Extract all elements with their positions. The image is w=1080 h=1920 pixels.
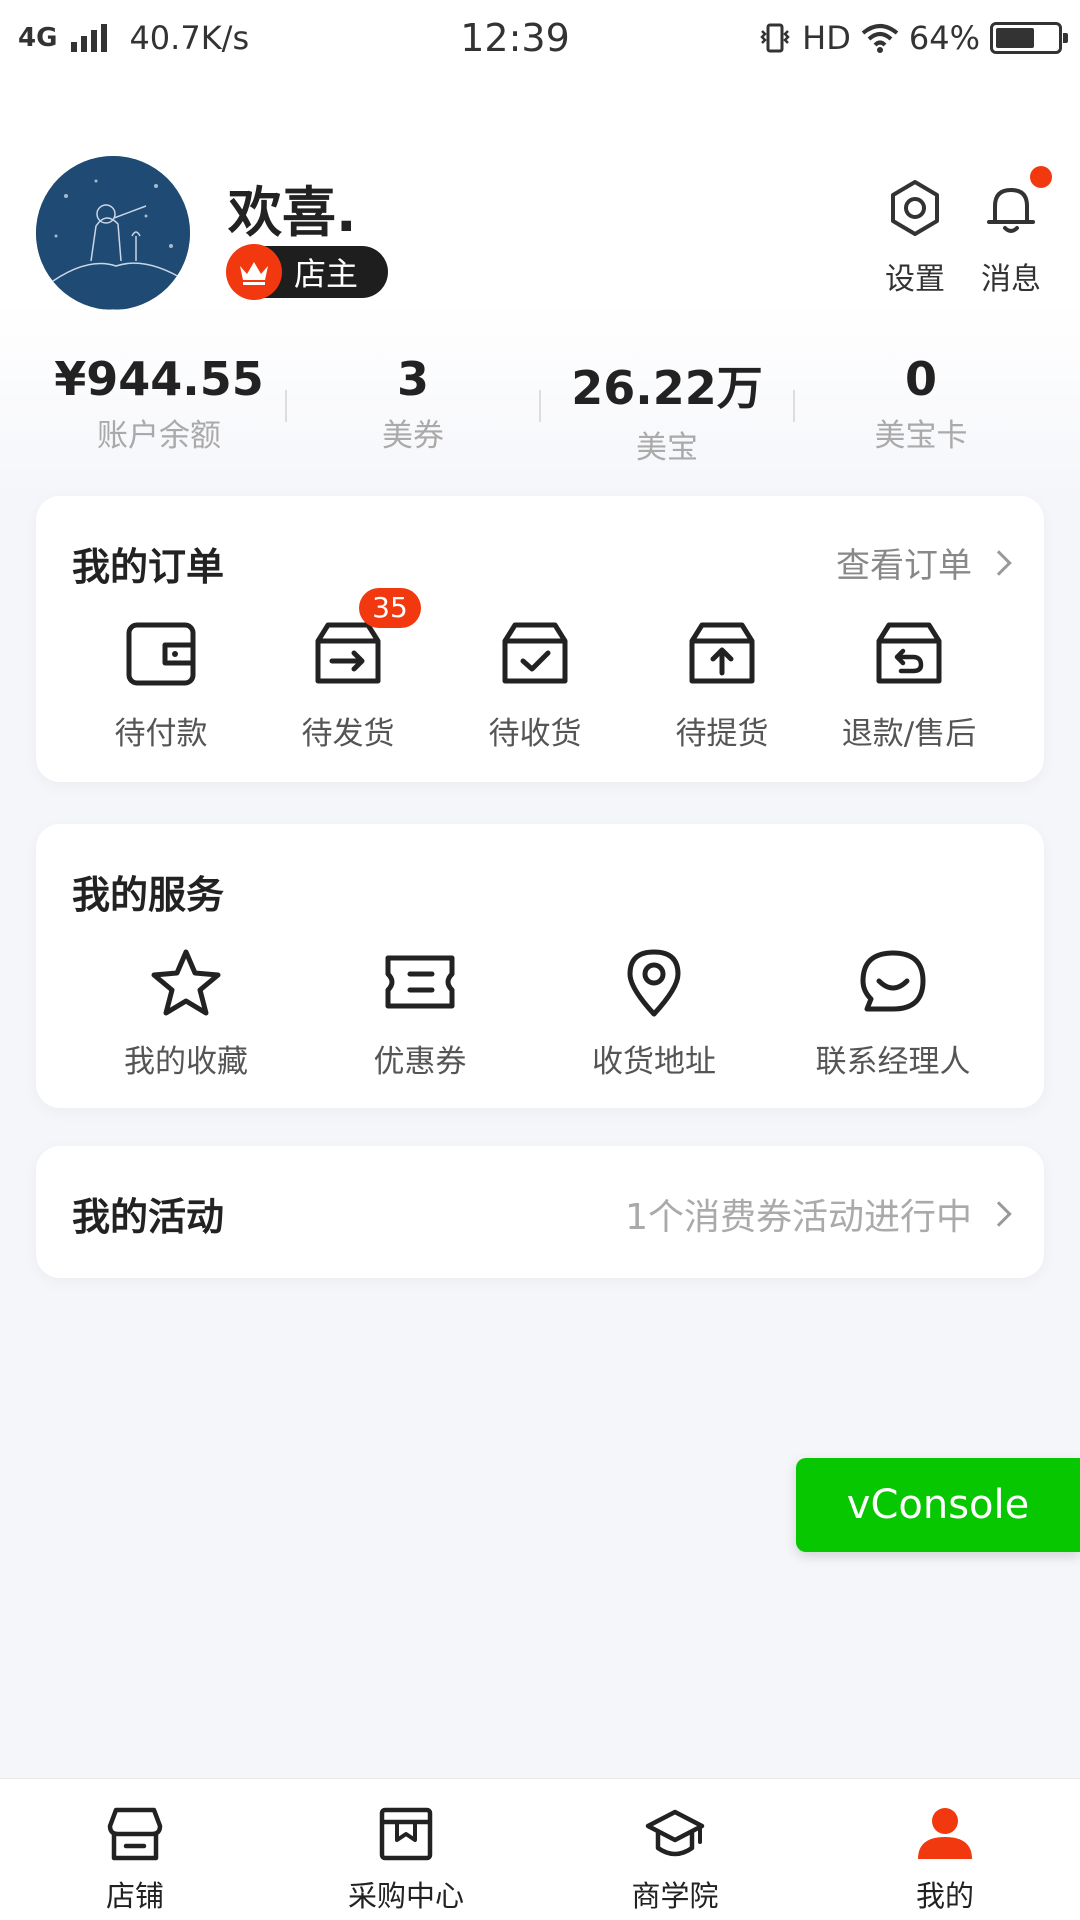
- stat-label: 账户余额: [97, 418, 221, 454]
- wifi-icon: [861, 24, 899, 53]
- graduation-cap-icon: [590, 1805, 760, 1863]
- tab-label: 商学院: [631, 1879, 719, 1913]
- tab-purchase-center[interactable]: 采购中心: [321, 1805, 491, 1915]
- purchase-book-icon: [321, 1805, 491, 1863]
- tab-label: 我的: [915, 1879, 974, 1913]
- view-orders-label: 查看订单: [836, 546, 972, 586]
- ship-box-icon: 35: [263, 588, 433, 692]
- hd-indicator: HD: [802, 19, 851, 57]
- orders-title: 我的订单: [72, 545, 225, 589]
- location-pin-icon: [544, 944, 764, 1020]
- user-icon: [860, 1805, 1030, 1863]
- receive-box-icon: [450, 616, 620, 692]
- activities-status-link[interactable]: 1个消费券活动进行中: [625, 1188, 1012, 1240]
- battery-icon: [990, 22, 1068, 54]
- order-pending-payment[interactable]: 待付款: [76, 616, 246, 753]
- services-title: 我的服务: [72, 873, 225, 917]
- coupon-icon: [310, 944, 530, 1020]
- tab-label: 店铺: [105, 1879, 164, 1913]
- order-item-label: 待发货: [301, 716, 395, 752]
- settings-label: 设置: [885, 262, 945, 297]
- signal-icon: [71, 24, 108, 52]
- vibrate-icon: [760, 23, 790, 53]
- crown-icon: [226, 244, 282, 300]
- clock: 12:39: [460, 16, 570, 60]
- service-contact-manager[interactable]: 联系经理人: [778, 944, 1008, 1081]
- chevron-right-icon: [986, 549, 1012, 576]
- tab-store[interactable]: 店铺: [50, 1805, 220, 1915]
- network-speed: 40.7K/s: [129, 19, 250, 57]
- bottom-tab-bar: 店铺 采购中心 商学院 我的: [0, 1778, 1080, 1920]
- star-icon: [76, 944, 296, 1020]
- gear-icon: [870, 176, 960, 240]
- stats-row: ¥944.55 账户余额 3 美券 26.22万 美宝 0 美宝卡: [0, 352, 1080, 466]
- bell-icon: [966, 166, 1056, 240]
- notification-dot: [1030, 166, 1052, 188]
- stat-value: 0: [904, 352, 937, 406]
- refund-box-icon: [824, 616, 994, 692]
- service-item-label: 我的收藏: [124, 1044, 248, 1080]
- orders-card: 我的订单 查看订单 待付款 35 待发货 待收货 待提货 退款/售后: [36, 496, 1044, 782]
- stat-balance[interactable]: ¥944.55 账户余额: [32, 352, 286, 455]
- store-icon: [50, 1805, 220, 1863]
- order-item-label: 待付款: [114, 716, 208, 752]
- order-pending-receipt[interactable]: 待收货: [450, 616, 620, 753]
- battery-percent: 64%: [908, 19, 980, 57]
- wallet-icon: [76, 616, 246, 692]
- chevron-right-icon: [986, 1201, 1012, 1227]
- tab-label: 采购中心: [347, 1879, 464, 1913]
- service-favorites[interactable]: 我的收藏: [76, 944, 296, 1081]
- stat-label: 美券: [382, 418, 444, 454]
- service-item-label: 优惠券: [373, 1044, 467, 1080]
- pickup-box-icon: [637, 616, 807, 692]
- settings-button[interactable]: 设置: [870, 176, 960, 298]
- service-item-label: 联系经理人: [815, 1044, 971, 1080]
- service-address[interactable]: 收货地址: [544, 944, 764, 1081]
- role-badge-label: 店主: [294, 255, 359, 293]
- order-item-label: 待收货: [488, 716, 582, 752]
- stat-label: 美宝: [636, 430, 698, 466]
- activities-card[interactable]: 我的活动 1个消费券活动进行中: [36, 1146, 1044, 1278]
- avatar[interactable]: [36, 156, 190, 310]
- activities-title: 我的活动: [72, 1195, 225, 1239]
- order-pending-shipment[interactable]: 35 待发货: [263, 588, 433, 753]
- service-coupons[interactable]: 优惠券: [310, 944, 530, 1081]
- tab-business-school[interactable]: 商学院: [590, 1805, 760, 1915]
- tab-mine[interactable]: 我的: [860, 1805, 1030, 1915]
- stat-label: 美宝卡: [874, 418, 968, 454]
- order-item-label: 待提货: [675, 716, 769, 752]
- chat-bubble-icon: [778, 944, 1008, 1020]
- services-card: 我的服务 我的收藏 优惠券 收货地址 联系经理人: [36, 824, 1044, 1108]
- network-type: 4G: [18, 23, 58, 53]
- stat-value: 26.22万: [571, 361, 763, 415]
- activities-status: 1个消费券活动进行中: [625, 1197, 972, 1238]
- stat-value: 3: [396, 352, 429, 406]
- stat-meibao-card[interactable]: 0 美宝卡: [794, 352, 1048, 455]
- order-refund-aftersale[interactable]: 退款/售后: [824, 616, 994, 753]
- messages-button[interactable]: 消息: [966, 166, 1056, 298]
- order-item-label: 退款/售后: [841, 716, 977, 752]
- view-orders-link[interactable]: 查看订单: [836, 538, 1012, 587]
- stat-coupons[interactable]: 3 美券: [286, 352, 540, 455]
- stat-meibao[interactable]: 26.22万 美宝: [540, 352, 794, 467]
- order-pending-pickup[interactable]: 待提货: [637, 616, 807, 753]
- vconsole-button[interactable]: vConsole: [796, 1458, 1080, 1552]
- stat-value: ¥944.55: [54, 352, 264, 406]
- status-bar: 4G 40.7K/s 12:39 HD 64%: [0, 0, 1080, 76]
- count-badge: 35: [359, 588, 421, 628]
- service-item-label: 收货地址: [592, 1044, 716, 1080]
- role-badge: 店主: [226, 244, 388, 300]
- username: 欢喜.: [228, 181, 357, 244]
- messages-label: 消息: [981, 262, 1041, 297]
